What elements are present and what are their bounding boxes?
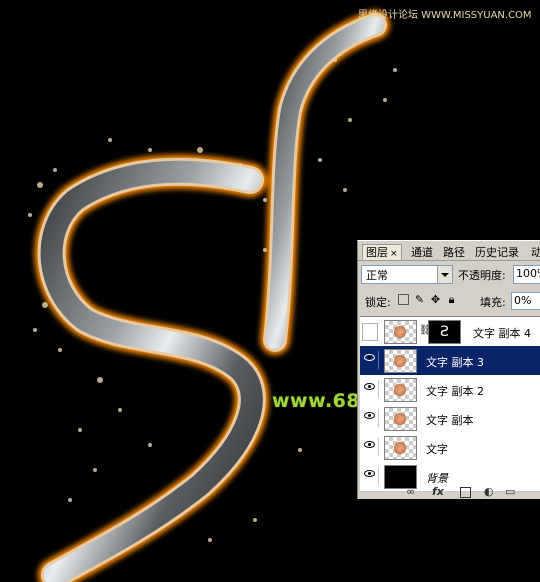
new-group-icon[interactable]: ▭ [505,485,515,498]
fx-icon[interactable]: fx [432,485,444,498]
layer-thumbnail [384,436,417,460]
visibility-toggle[interactable] [361,467,379,485]
layer-row[interactable]: 文字 副本 3 [360,346,540,376]
tab-channels[interactable]: 通道 [408,245,436,260]
layer-mask-thumbnail[interactable]: Ƨ [428,320,461,344]
tab-paths[interactable]: 路径 [440,245,468,260]
opacity-input[interactable]: 100% [513,265,540,284]
layer-name: 文字 副本 3 [426,356,484,369]
layer-row[interactable]: 文字 [360,433,540,463]
visibility-toggle[interactable] [362,323,378,341]
eye-icon [364,354,375,361]
lock-transparency-icon[interactable] [398,294,409,305]
blend-mode-value: 正常 [366,269,388,282]
layer-thumbnail [384,407,417,431]
visibility-toggle[interactable] [361,438,379,456]
link-icon[interactable]: ∞ [406,485,415,498]
fill-value: 0% [514,294,532,307]
chevron-down-icon[interactable] [437,266,452,283]
layer-thumbnail [384,320,417,344]
layer-name: 文字 副本 4 [473,327,531,340]
visibility-toggle[interactable] [361,380,379,398]
layer-thumbnail [384,378,417,402]
layer-row[interactable]: 文字 副本 [360,404,540,434]
eye-icon [364,412,375,419]
eye-icon [364,441,375,448]
layer-row[interactable]: 文字 副本 2 [360,375,540,405]
watermark-top: 思缘设计论坛 WWW.MISSYUAN.COM [358,10,532,21]
opacity-value: 100% [516,267,540,280]
close-icon[interactable]: × [390,249,398,259]
layer-name: 文字 副本 [426,414,474,427]
lock-brush-icon[interactable]: ✎ [414,294,425,305]
eye-icon [364,383,375,390]
layer-name: 背景 [426,472,448,485]
layer-name: 文字 [426,443,448,456]
fill-label: 填充: [480,296,506,309]
layer-list: ⛓︎ Ƨ 文字 副本 4 文字 副本 3 文字 副本 2 文字 副本 文字 背景 [360,316,540,492]
panel-tabs: 图层 × 通道 路径 历史记录 动 [358,243,540,261]
adjustment-icon[interactable]: ◐ [484,485,494,498]
lock-label: 锁定: [365,296,391,309]
fill-input[interactable]: 0% [511,292,540,310]
eye-icon [364,470,375,477]
tab-history[interactable]: 历史记录 [472,245,522,260]
blend-mode-select[interactable]: 正常 [361,265,453,284]
tab-layers[interactable]: 图层 × [362,244,402,260]
add-mask-icon[interactable] [460,487,471,498]
tab-layers-label: 图层 [366,246,388,259]
layer-name: 文字 副本 2 [426,385,484,398]
layers-panel: 图层× 通道 路径 历史记录 动 正常 不透明度: 100% 锁定: ✎ ✥ 🔒… [357,240,540,499]
layer-row[interactable]: ⛓︎ Ƨ 文字 副本 4 [360,317,540,347]
visibility-toggle[interactable] [361,351,379,369]
layer-thumbnail [384,349,417,373]
panel-footer: ∞ fx ◐ ▭ [360,485,540,499]
opacity-label: 不透明度: [458,269,506,282]
glow-layer [34,10,390,582]
visibility-toggle[interactable] [361,409,379,427]
tab-actions[interactable]: 动 [528,245,540,260]
lock-all-icon[interactable]: 🔒︎ [446,294,457,305]
lock-move-icon[interactable]: ✥ [430,294,441,305]
